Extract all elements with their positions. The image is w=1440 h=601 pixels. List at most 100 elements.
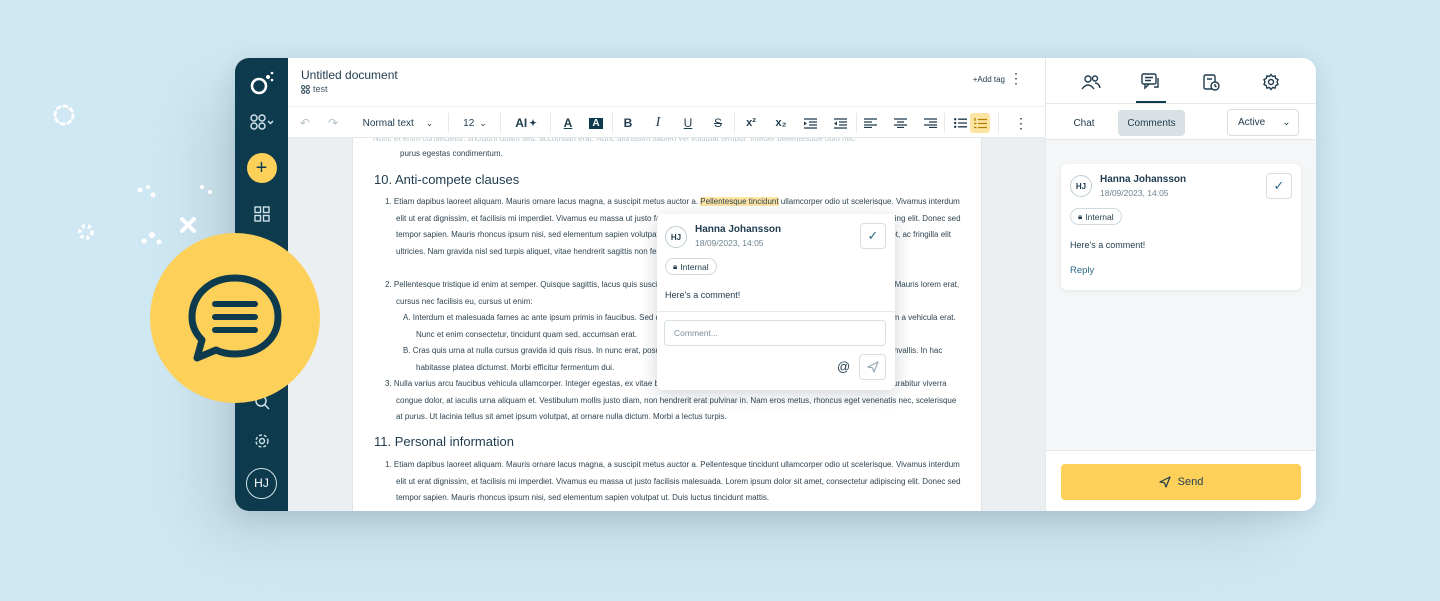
plus-wrap: +: [235, 153, 288, 183]
avatar-wrap: HJ: [235, 466, 288, 500]
heading-text: 10. Anti-compete clauses: [374, 172, 520, 187]
align-left-icon[interactable]: [860, 107, 880, 139]
ai-assist-button[interactable]: AI ✦: [508, 107, 544, 139]
list-marker: 1.: [385, 197, 392, 206]
highlighted-comment-anchor[interactable]: Pellentesque tincidunt: [700, 197, 779, 206]
comment-text: Here's a comment!: [1070, 240, 1146, 250]
create-button[interactable]: +: [246, 153, 277, 183]
text-color-icon[interactable]: A: [558, 107, 578, 139]
font-size-select[interactable]: 12 ⌄: [458, 107, 492, 139]
panel-icon-bar: [1046, 58, 1316, 104]
lock-icon: 🔒︎: [673, 261, 678, 271]
grid-icon[interactable]: [235, 203, 288, 225]
document-tag[interactable]: test: [301, 84, 328, 94]
resolve-button[interactable]: ✓: [1266, 173, 1292, 199]
check-icon: ✓: [1273, 178, 1285, 193]
panel-tabs: Chat Comments Active ⌄: [1046, 104, 1316, 140]
right-panel: Chat Comments Active ⌄ HJ Hanna Johansso…: [1045, 58, 1316, 511]
heading-text: 11. Personal information: [374, 434, 514, 449]
text-style-value: Normal text: [362, 117, 414, 129]
chevron-down-icon: ⌄: [479, 117, 487, 128]
underline-icon[interactable]: U: [678, 107, 698, 139]
comment-author: Hanna Johansson: [1100, 174, 1187, 185]
comment-text: Here's a comment!: [665, 290, 741, 300]
list-item: 1. Etiam dapibus laoreet aliquam. Mauris…: [385, 457, 965, 507]
comment-author: Hanna Johansson: [695, 224, 782, 235]
comment-input[interactable]: Comment...: [664, 320, 886, 346]
avatar-wrap: HJ: [665, 226, 687, 248]
ai-label: AI: [515, 116, 528, 130]
settings-icon[interactable]: [1256, 72, 1286, 92]
redo-icon[interactable]: ↷: [324, 107, 342, 139]
avatar-wrap: HJ: [1070, 175, 1092, 197]
tab-comments[interactable]: Comments: [1118, 110, 1185, 136]
more-tools-icon[interactable]: ⋮: [1012, 107, 1030, 139]
user-avatar[interactable]: HJ: [246, 467, 277, 499]
toolbar-divider: [856, 113, 857, 133]
list-marker: 3.: [385, 379, 392, 388]
comments-icon[interactable]: [1136, 72, 1166, 103]
list-marker: B.: [403, 346, 411, 355]
chat-bubble-icon: [188, 274, 282, 362]
send-button[interactable]: Send: [1061, 464, 1301, 500]
toolbar-divider: [500, 113, 501, 133]
align-right-icon[interactable]: [920, 107, 940, 139]
text-style-select[interactable]: Normal text ⌄: [356, 107, 440, 139]
collaborators-icon[interactable]: [1076, 72, 1106, 92]
settings-icon[interactable]: [235, 430, 288, 452]
undo-icon[interactable]: ↶: [296, 107, 314, 139]
logo-icon: [235, 70, 288, 96]
send-icon: [866, 361, 879, 373]
comment-card[interactable]: HJ Hanna Johansson 18/09/2023, 14:05 ✓ 🔒…: [1061, 164, 1301, 290]
document-header: Untitled document test +Add tag ⋮: [288, 58, 1045, 106]
section-10-heading: 10. Anti-compete clauses: [374, 172, 964, 187]
list-marker: A.: [403, 313, 411, 322]
check-wrap: ✓: [1266, 173, 1292, 199]
strikethrough-icon[interactable]: S: [708, 107, 728, 139]
divider: [657, 311, 895, 312]
chevron-down-icon: ⌄: [1282, 117, 1291, 128]
highlight-color-icon[interactable]: A: [586, 107, 606, 139]
status-filter-value: Active: [1238, 117, 1266, 128]
numbered-list-icon[interactable]: [970, 113, 990, 133]
superscript-icon[interactable]: x²: [740, 107, 762, 139]
paragraph: purus egestas condimentum.: [400, 146, 990, 163]
badge-label: Internal: [680, 261, 709, 272]
toolbar-divider: [612, 113, 613, 133]
visibility-badge: 🔒︎ Internal: [665, 258, 717, 275]
toolbar-divider: [734, 113, 735, 133]
list-marker: 2.: [385, 280, 392, 289]
indent-icon[interactable]: [800, 107, 820, 139]
more-options-icon[interactable]: ⋮: [1009, 71, 1023, 85]
bold-icon[interactable]: B: [618, 107, 638, 139]
avatar: HJ: [665, 226, 687, 248]
section-11-heading: 11. Personal information: [374, 434, 964, 449]
bullet-list-icon[interactable]: [950, 107, 970, 139]
chat-bubble-illustration: [150, 233, 320, 403]
send-icon: [1159, 476, 1171, 488]
tab-chat[interactable]: Chat: [1060, 110, 1108, 136]
document-title[interactable]: Untitled document: [301, 68, 398, 82]
visibility-badge: 🔒︎ Internal: [1070, 208, 1122, 225]
status-filter-select[interactable]: Active ⌄: [1227, 109, 1299, 136]
comment-date: 18/09/2023, 14:05: [695, 238, 764, 248]
toolbar-divider: [998, 113, 999, 133]
reply-link[interactable]: Reply: [1070, 265, 1094, 276]
check-icon: ✓: [867, 228, 879, 243]
italic-icon[interactable]: I: [648, 107, 668, 139]
send-label: Send: [1177, 476, 1204, 488]
send-comment-button[interactable]: [859, 354, 886, 380]
outdent-icon[interactable]: [830, 107, 850, 139]
toolbar-divider: [550, 113, 551, 133]
mention-icon[interactable]: @: [837, 359, 850, 374]
add-tag-button[interactable]: +Add tag: [973, 75, 1005, 84]
resolve-button[interactable]: ✓: [860, 223, 886, 249]
workspace-switcher[interactable]: [235, 111, 288, 133]
subscript-icon[interactable]: x₂: [770, 107, 792, 139]
align-center-icon[interactable]: [890, 107, 910, 139]
workspace-icon: [249, 114, 274, 130]
font-size-value: 12: [463, 117, 475, 129]
history-icon[interactable]: [1196, 72, 1226, 92]
toolbar-divider: [944, 113, 945, 133]
toolbar-divider: [448, 113, 449, 133]
